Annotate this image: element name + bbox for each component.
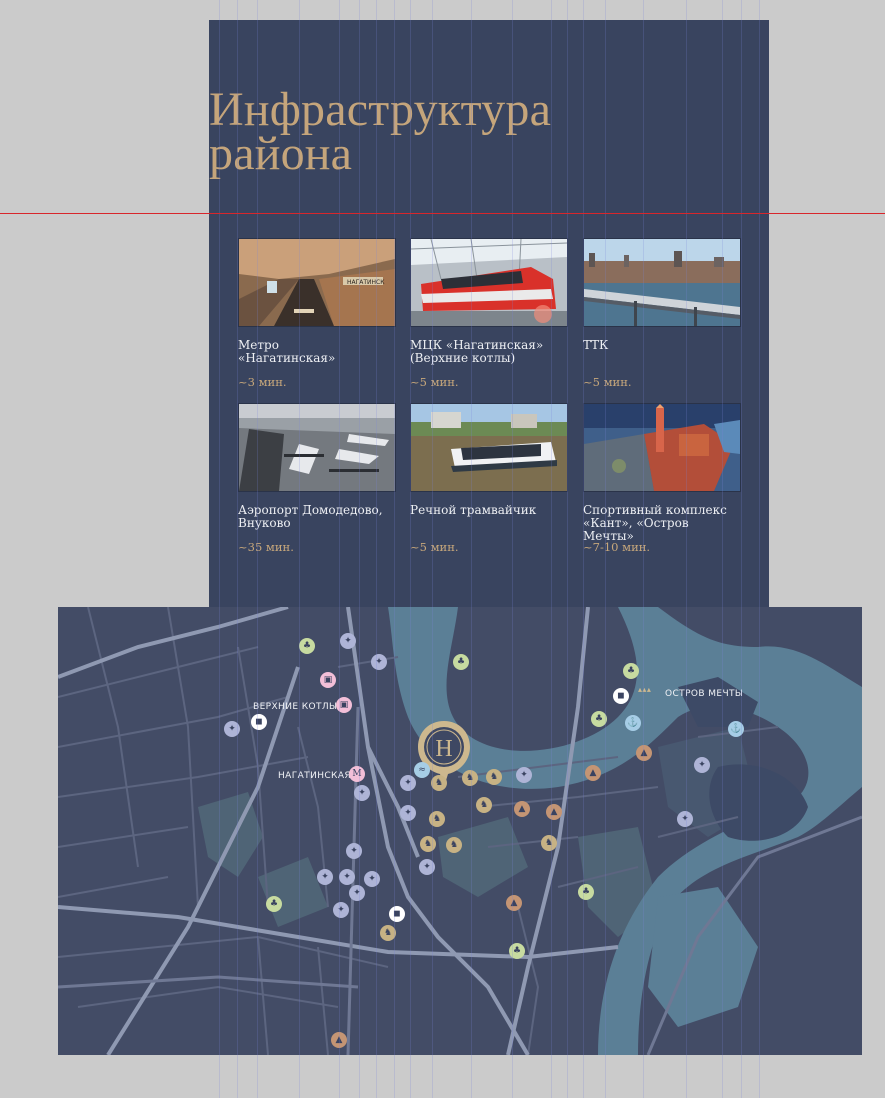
kindergarten-icon[interactable]: ♞ bbox=[446, 837, 462, 853]
card-label: Метро «Нагатинская» bbox=[238, 338, 336, 365]
card-label: Речной трамвайчик bbox=[410, 503, 537, 517]
title-line-2: района bbox=[209, 127, 353, 180]
guide-line bbox=[471, 0, 472, 1098]
education-icon[interactable]: ▲ bbox=[585, 765, 601, 781]
sport-icon[interactable]: ✦ bbox=[354, 785, 370, 801]
kindergarten-icon[interactable]: ♞ bbox=[462, 770, 478, 786]
kindergarten-icon[interactable]: ♞ bbox=[431, 775, 447, 791]
education-icon[interactable]: ▲ bbox=[514, 801, 530, 817]
sport-icon[interactable]: ✦ bbox=[371, 654, 387, 670]
guide-line bbox=[410, 0, 411, 1098]
card-river-tram[interactable]: Речной трамвайчик ~5 мин. bbox=[410, 403, 568, 554]
sport-icon[interactable]: ✦ bbox=[340, 633, 356, 649]
kindergarten-icon[interactable]: ♞ bbox=[486, 769, 502, 785]
card-label: Аэропорт Домодедово, Внуково bbox=[238, 503, 383, 530]
card-mck[interactable]: МЦК «Нагатинская» (Верхние котлы) ~5 мин. bbox=[410, 238, 568, 389]
card-ttk[interactable]: ТТК ~5 мин. bbox=[583, 238, 741, 389]
guide-line bbox=[605, 0, 606, 1098]
card-sport-complex[interactable]: Спортивный комплекс «Кант», «Остров Мечты… bbox=[583, 403, 741, 554]
guide-line bbox=[643, 0, 644, 1098]
map-label-nagatinskaya: НАГАТИНСКАЯ bbox=[278, 771, 352, 781]
guide-line bbox=[722, 0, 723, 1098]
train-icon[interactable]: ▣ bbox=[320, 672, 336, 688]
park-icon[interactable]: ♣ bbox=[578, 884, 594, 900]
kindergarten-icon[interactable]: ♞ bbox=[541, 835, 557, 851]
card-time: ~5 мин. bbox=[410, 540, 459, 554]
island-marker-icon: ▴▴▴ bbox=[638, 685, 652, 694]
card-airport[interactable]: Аэропорт Домодедово, Внуково ~35 мин. bbox=[238, 403, 396, 554]
svg-text:H: H bbox=[435, 736, 452, 762]
anchor-icon[interactable]: ⚓ bbox=[625, 715, 641, 731]
card-time: ~5 мин. bbox=[410, 375, 459, 389]
metro-station-photo: НАГАТИНСК bbox=[238, 238, 396, 327]
card-label: МЦК «Нагатинская» (Верхние котлы) bbox=[410, 338, 544, 365]
guide-line bbox=[551, 0, 552, 1098]
sport-icon[interactable]: ✦ bbox=[400, 805, 416, 821]
education-icon[interactable]: ▲ bbox=[546, 804, 562, 820]
river-icon[interactable]: ≈ bbox=[414, 762, 430, 778]
sport-icon[interactable]: ✦ bbox=[677, 811, 693, 827]
card-label: Спортивный комплекс «Кант», «Остров Мечты… bbox=[583, 503, 727, 543]
park-icon[interactable]: ♣ bbox=[623, 663, 639, 679]
park-icon[interactable]: ♣ bbox=[266, 896, 282, 912]
park-icon[interactable]: ♣ bbox=[299, 638, 315, 654]
guide-line-horizontal bbox=[0, 213, 885, 214]
guide-line bbox=[394, 0, 395, 1098]
svg-text:НАГАТИНСК: НАГАТИНСК bbox=[347, 279, 385, 286]
map-label-ostrov-mechty: ОСТРОВ МЕЧТЫ bbox=[665, 689, 744, 699]
park-icon[interactable]: ♣ bbox=[453, 654, 469, 670]
guide-line bbox=[512, 0, 513, 1098]
guide-line bbox=[432, 0, 433, 1098]
infrastructure-panel: Инфраструктура района НАГАТИНСК Метро «На… bbox=[209, 20, 769, 608]
river-boat-photo bbox=[410, 403, 568, 492]
guide-line bbox=[359, 0, 360, 1098]
airport-photo bbox=[238, 403, 396, 492]
guide-line bbox=[741, 0, 742, 1098]
kindergarten-icon[interactable]: ♞ bbox=[420, 836, 436, 852]
card-label: ТТК bbox=[583, 338, 609, 352]
sport-icon[interactable]: ✦ bbox=[333, 902, 349, 918]
red-train-photo bbox=[410, 238, 568, 327]
shop-icon[interactable]: ◼ bbox=[613, 688, 629, 704]
map-label-verkhnie-kotly: ВЕРХНИЕ КОТЛЫ bbox=[253, 702, 338, 712]
kindergarten-icon[interactable]: ♞ bbox=[476, 797, 492, 813]
card-time: ~7-10 мин. bbox=[583, 540, 651, 554]
sport-icon[interactable]: ✦ bbox=[516, 767, 532, 783]
guide-line bbox=[759, 0, 760, 1098]
guide-line bbox=[567, 0, 568, 1098]
sport-complex-photo bbox=[583, 403, 741, 492]
guide-line bbox=[257, 0, 258, 1098]
sport-icon[interactable]: ✦ bbox=[339, 869, 355, 885]
education-icon[interactable]: ▲ bbox=[506, 895, 522, 911]
guide-line bbox=[299, 0, 300, 1098]
guide-line bbox=[219, 0, 220, 1098]
shop-icon[interactable]: ◼ bbox=[251, 714, 267, 730]
sport-icon[interactable]: ✦ bbox=[364, 871, 380, 887]
card-time: ~35 мин. bbox=[238, 540, 294, 554]
guide-line bbox=[237, 0, 238, 1098]
sport-icon[interactable]: ✦ bbox=[694, 757, 710, 773]
guide-line bbox=[686, 0, 687, 1098]
card-time: ~5 мин. bbox=[583, 375, 632, 389]
guide-line bbox=[583, 0, 584, 1098]
city-bridge-photo bbox=[583, 238, 741, 327]
education-icon[interactable]: ▲ bbox=[636, 745, 652, 761]
card-metro[interactable]: НАГАТИНСК Метро «Нагатинская» ~3 мин. bbox=[238, 238, 396, 389]
page-title: Инфраструктура района bbox=[209, 86, 551, 178]
sport-icon[interactable]: ✦ bbox=[349, 885, 365, 901]
sport-icon[interactable]: ✦ bbox=[317, 869, 333, 885]
shop-icon[interactable]: ◼ bbox=[389, 906, 405, 922]
guide-line bbox=[339, 0, 340, 1098]
card-time: ~3 мин. bbox=[238, 375, 287, 389]
sport-icon[interactable]: ✦ bbox=[400, 775, 416, 791]
guide-line bbox=[376, 0, 377, 1098]
metro-icon[interactable]: М bbox=[349, 766, 365, 782]
